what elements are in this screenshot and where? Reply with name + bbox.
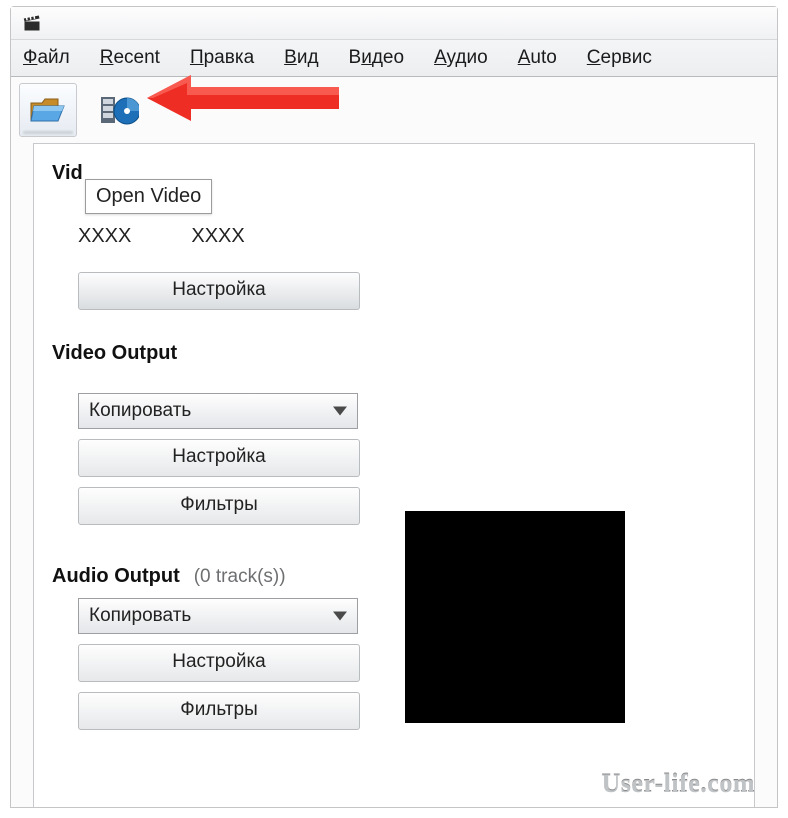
menu-audio[interactable]: Аудио <box>434 47 488 69</box>
video-output-codec-select[interactable]: Копировать <box>78 393 358 429</box>
video-codec-2: XXXX <box>191 225 244 248</box>
menu-service[interactable]: Сервис <box>587 47 652 69</box>
film-disc-icon <box>99 93 139 127</box>
toolbar <box>11 77 777 139</box>
titlebar <box>11 7 777 40</box>
menu-video[interactable]: Видео <box>349 47 405 69</box>
app-window: Файлdocument.currentScript.previousEleme… <box>10 6 778 808</box>
menubar: Файлdocument.currentScript.previousEleme… <box>11 40 777 77</box>
app-clapperboard-icon <box>23 14 41 32</box>
open-video-button[interactable] <box>19 83 77 137</box>
video-codec-1: XXXX <box>78 225 131 248</box>
section-video-output-title: Video Output <box>52 342 736 365</box>
open-video-tooltip: Open Video <box>85 179 212 214</box>
menu-view[interactable]: Вид <box>284 47 318 69</box>
annotation-arrow <box>147 73 339 123</box>
video-preview-pane <box>405 511 625 723</box>
menu-file[interactable]: Файлdocument.currentScript.previousEleme… <box>23 47 70 69</box>
video-output-codec-value: Копировать <box>89 400 191 421</box>
audio-output-codec-value: Копировать <box>89 605 191 626</box>
video-format-row: XXXX XXXX <box>78 225 736 248</box>
chevron-down-icon <box>333 612 347 621</box>
toolbar-button-2[interactable] <box>90 83 148 137</box>
section-audio-output-title: Audio Output (0 track(s)) <box>52 565 736 588</box>
menu-auto[interactable]: Auto <box>518 47 557 69</box>
menu-edit[interactable]: Правка <box>190 47 254 69</box>
audio-output-codec-select[interactable]: Копировать <box>78 598 358 634</box>
audio-output-filters-button[interactable]: Фильтры <box>78 692 360 730</box>
audio-track-count: (0 track(s)) <box>194 566 286 588</box>
audio-output-settings-button[interactable]: Настройка <box>78 644 360 682</box>
video-output-filters-button[interactable]: Фильтры <box>78 487 360 525</box>
content-panel: Vid XXXX XXXX Настройка Video Output Коп… <box>33 143 755 807</box>
menu-recent[interactable]: Recent <box>100 47 160 69</box>
folder-open-icon <box>28 93 68 127</box>
chevron-down-icon <box>333 407 347 416</box>
video-settings-button[interactable]: Настройка <box>78 272 360 310</box>
audio-output-label: Audio Output <box>52 565 180 588</box>
video-output-settings-button[interactable]: Настройка <box>78 439 360 477</box>
